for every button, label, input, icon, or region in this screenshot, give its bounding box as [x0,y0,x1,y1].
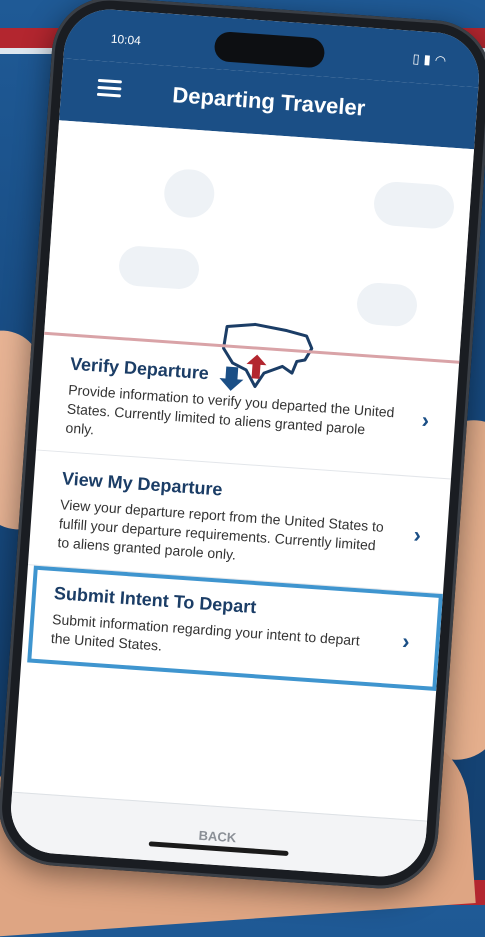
page-title: Departing Traveler [171,82,367,121]
status-time: 10:04 [110,31,142,48]
system-icons: ▯▮◠ [412,51,451,70]
cloud-shape [355,281,419,328]
chevron-right-icon: › [401,627,411,654]
chevron-right-icon: › [412,522,422,548]
bottom-nav-bar: BACK [7,791,428,880]
chevron-right-icon: › [420,407,430,433]
phone-device: 10:04 ▯▮◠ Departing Traveler Verify Depa… [0,0,485,893]
cloud-shape [117,244,201,291]
wifi-icon: ◠ [434,52,451,69]
phone-screen: 10:04 ▯▮◠ Departing Traveler Verify Depa… [7,6,483,880]
back-button[interactable]: BACK [9,815,425,859]
cloud-shape [162,167,216,220]
dynamic-island [213,30,326,69]
cloud-shape [372,180,456,230]
hero-illustration [43,120,475,391]
menu-list: Verify Departure Provide information to … [21,335,459,691]
